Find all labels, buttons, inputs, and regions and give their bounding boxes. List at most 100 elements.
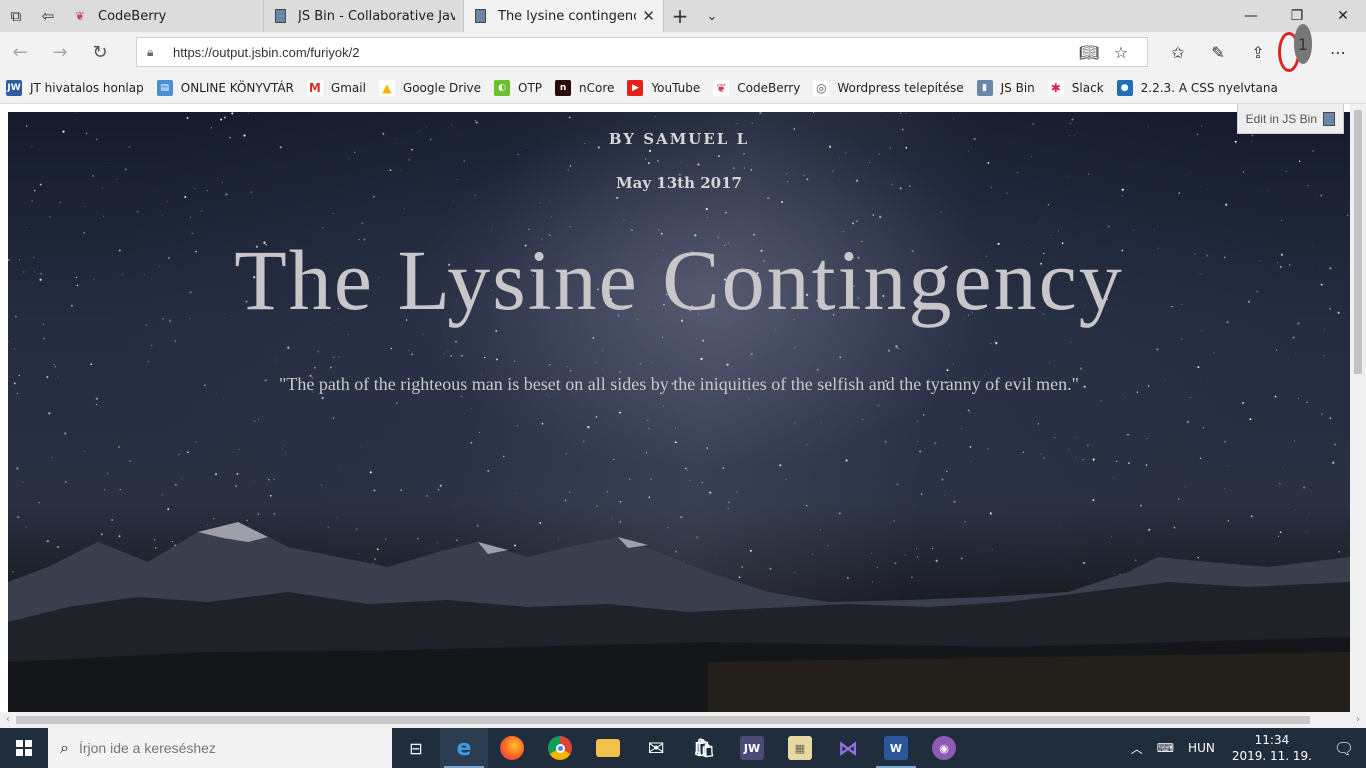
- star: [450, 355, 452, 357]
- star: [623, 219, 625, 221]
- star: [567, 169, 569, 171]
- taskbar-mail[interactable]: ✉: [632, 728, 680, 768]
- tab-jsbin[interactable]: JS Bin - Collaborative JavaScript Debugg…: [264, 0, 464, 32]
- vertical-scrollbar[interactable]: [1350, 104, 1366, 712]
- favorite-item[interactable]: ▮ JS Bin: [976, 79, 1035, 96]
- taskbar-edge[interactable]: e: [440, 728, 488, 768]
- tab-lysine[interactable]: The lysine contingency ✕: [464, 0, 664, 32]
- url-input[interactable]: [173, 44, 1073, 60]
- favorite-item[interactable]: ◐ OTP: [494, 79, 542, 96]
- input-language[interactable]: HUN: [1181, 741, 1222, 755]
- minimize-button[interactable]: —: [1228, 0, 1274, 32]
- star: [1213, 351, 1215, 354]
- favorite-star-icon[interactable]: ☆: [1105, 43, 1137, 62]
- close-tab-icon[interactable]: ✕: [642, 7, 655, 25]
- favorite-item[interactable]: ▲ Google Drive: [378, 79, 481, 96]
- show-hidden-icons-chevron-icon[interactable]: ︿: [1124, 740, 1150, 757]
- horizontal-scroll-thumb[interactable]: [16, 716, 1310, 724]
- favorites-hub-icon[interactable]: ✩: [1158, 32, 1198, 72]
- star: [1039, 220, 1041, 222]
- taskbar-file-explorer[interactable]: [584, 728, 632, 768]
- taskbar-search[interactable]: ⌕: [48, 728, 392, 768]
- star: [816, 368, 819, 371]
- vertical-scroll-thumb[interactable]: [1354, 110, 1362, 374]
- taskbar-chrome[interactable]: [536, 728, 584, 768]
- star: [1275, 349, 1278, 351]
- taskbar-jw-library[interactable]: JW: [728, 728, 776, 768]
- star: [725, 211, 727, 214]
- tab-preview-chevron-icon[interactable]: ⌄: [696, 0, 728, 32]
- pen-icon[interactable]: ✎: [1198, 32, 1238, 72]
- favorite-item[interactable]: n nCore: [555, 79, 614, 96]
- reading-view-icon[interactable]: 📖︎: [1073, 43, 1105, 62]
- star: [726, 363, 729, 366]
- star: [639, 362, 642, 365]
- taskbar-visual-studio[interactable]: ⋈: [824, 728, 872, 768]
- star: [1121, 195, 1123, 197]
- opera-extension-icon[interactable]: 1: [1278, 24, 1318, 72]
- star: [187, 451, 189, 454]
- taskbar-store[interactable]: 🛍︎: [680, 728, 728, 768]
- taskbar-archive[interactable]: ▦: [776, 728, 824, 768]
- star: [813, 112, 815, 113]
- wordpress-icon: ◎: [813, 79, 830, 96]
- new-tab-button[interactable]: +: [664, 0, 696, 32]
- favorite-item[interactable]: ▤ ONLINE KÖNYVTÁR: [156, 79, 294, 96]
- tab-codeberry[interactable]: ❦ CodeBerry: [64, 0, 264, 32]
- star: [1069, 122, 1072, 125]
- settings-more-icon[interactable]: ⋯: [1318, 32, 1358, 72]
- star: [474, 120, 476, 122]
- scroll-left-arrow-icon[interactable]: ‹: [0, 712, 16, 728]
- forward-button[interactable]: →: [40, 32, 80, 72]
- keyboard-icon[interactable]: ⌨: [1150, 741, 1181, 755]
- favorite-item[interactable]: ❦ CodeBerry: [713, 79, 800, 96]
- tab-strip: ⧉ ⇦ ❦ CodeBerry JS Bin - Collaborative J…: [0, 0, 1366, 32]
- star: [1092, 458, 1095, 461]
- star: [13, 348, 16, 350]
- favorite-item[interactable]: JW JT hivatalos honlap: [6, 79, 144, 96]
- favorite-item[interactable]: ● 2.2.3. A CSS nyelvtana: [1116, 79, 1278, 96]
- set-aside-tabs-icon[interactable]: ⇦: [32, 0, 64, 32]
- taskbar-github-desktop[interactable]: ◉: [920, 728, 968, 768]
- extension-badge: 1: [1293, 24, 1312, 64]
- archive-icon: ▦: [788, 736, 812, 760]
- star: [273, 479, 275, 481]
- taskbar-word[interactable]: W: [872, 728, 920, 768]
- star: [103, 489, 105, 491]
- star: [1100, 399, 1102, 402]
- clock[interactable]: 11:34 2019. 11. 19.: [1222, 732, 1322, 764]
- tab-actions-icon[interactable]: ⧉: [0, 0, 32, 32]
- taskbar-firefox[interactable]: [488, 728, 536, 768]
- task-view-button[interactable]: ⊟: [392, 728, 440, 768]
- star: [64, 480, 68, 484]
- star: [1278, 482, 1281, 485]
- favorite-item[interactable]: ◎ Wordpress telepítése: [813, 79, 964, 96]
- star: [1294, 440, 1295, 442]
- back-button[interactable]: ←: [0, 32, 40, 72]
- star: [1199, 457, 1202, 459]
- scroll-right-arrow-icon[interactable]: ›: [1350, 712, 1366, 728]
- star: [619, 411, 621, 414]
- favorite-item[interactable]: ▶ YouTube: [627, 79, 700, 96]
- refresh-button[interactable]: ↻: [80, 32, 120, 72]
- star: [872, 214, 875, 216]
- share-icon[interactable]: ⇪: [1238, 32, 1278, 72]
- favorite-item[interactable]: M Gmail: [306, 79, 366, 96]
- action-center-icon[interactable]: 🗨︎: [1322, 728, 1366, 768]
- store-bag-icon: 🛍︎: [692, 737, 716, 759]
- star: [167, 508, 170, 511]
- star: [54, 366, 57, 368]
- horizontal-scrollbar[interactable]: ‹ ›: [0, 712, 1366, 728]
- search-input[interactable]: [78, 740, 392, 756]
- star: [806, 443, 808, 446]
- address-bar[interactable]: 🔒︎ 📖︎ ☆: [136, 37, 1148, 67]
- lock-icon[interactable]: 🔒︎: [147, 45, 161, 60]
- edit-in-jsbin-button[interactable]: Edit in JS Bin: [1236, 104, 1344, 134]
- star: [541, 422, 544, 425]
- star: [201, 210, 203, 212]
- favorite-item[interactable]: ✱ Slack: [1047, 79, 1104, 96]
- start-button[interactable]: [0, 728, 48, 768]
- close-window-button[interactable]: ✕: [1320, 0, 1366, 32]
- star: [709, 491, 712, 494]
- star: [736, 491, 738, 493]
